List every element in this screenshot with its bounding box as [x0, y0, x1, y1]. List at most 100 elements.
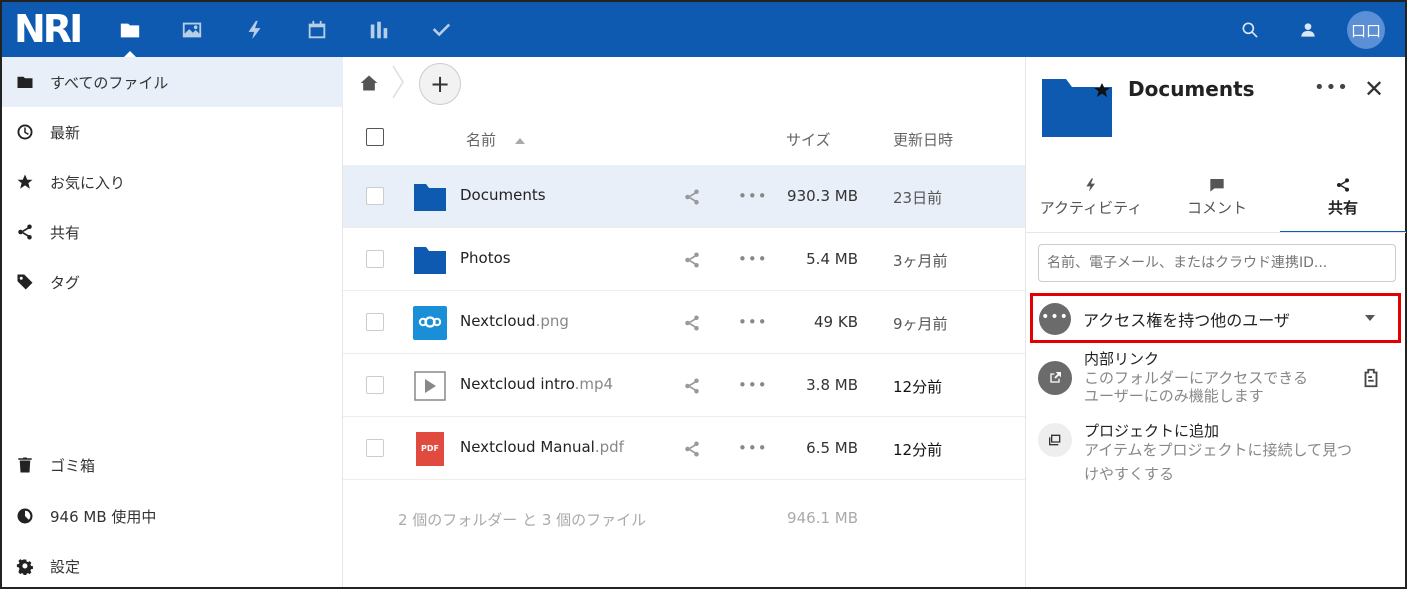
sidebar-item-favorites[interactable]: お気に入り: [2, 157, 343, 207]
share-icon[interactable]: [683, 314, 701, 332]
sidebar-item-label: 共有: [50, 223, 81, 242]
file-row-documents[interactable]: Documents ••• 930.3 MB 23日前: [343, 165, 1025, 228]
column-name-label: 名前: [466, 131, 497, 149]
internal-link-desc: ユーザーにのみ機能します: [1084, 387, 1264, 405]
app-tasks[interactable]: [412, 2, 470, 57]
row-checkbox[interactable]: [366, 313, 384, 331]
file-row-nextcloud-png[interactable]: Nextcloud.png ••• 49 KB 9ヶ月前: [343, 291, 1025, 354]
file-size: 6.5 MB: [806, 439, 858, 457]
sidebar-item-shared[interactable]: 共有: [2, 207, 343, 257]
sidebar-item-recent[interactable]: 最新: [2, 107, 343, 157]
details-panel: Documents ••• ✕ アクティビティ コメント 共有 ••• アクセス…: [1025, 57, 1406, 587]
share-icon[interactable]: [683, 188, 701, 206]
project-icon: [1038, 423, 1072, 457]
file-name[interactable]: Nextcloud intro.mp4: [460, 375, 613, 393]
nextcloud-image-icon: [413, 306, 447, 340]
tag-icon: [17, 274, 33, 290]
share-icon[interactable]: [683, 251, 701, 269]
file-name[interactable]: Nextcloud Manual.pdf: [460, 438, 624, 456]
app-dashboard[interactable]: [350, 2, 408, 57]
gear-icon: [16, 559, 33, 575]
file-modified: 9ヶ月前: [893, 315, 948, 333]
summary-text: 2 個のフォルダー と 3 個のファイル: [398, 511, 647, 529]
sidebar-item-all-files[interactable]: すべてのファイル: [2, 57, 343, 107]
sidebar-item-quota[interactable]: 946 MB 使用中: [2, 491, 343, 541]
chevron-down-icon: [1365, 315, 1375, 321]
sidebar-item-trash[interactable]: ゴミ箱: [2, 440, 343, 490]
contacts-button[interactable]: [1286, 2, 1330, 57]
share-icon[interactable]: [683, 377, 701, 395]
lightning-icon: [1086, 178, 1095, 192]
file-modified: 3ヶ月前: [893, 252, 948, 270]
file-modified: 12分前: [893, 441, 943, 459]
sidebar-item-label: 設定: [50, 557, 81, 576]
others-with-access-dropdown[interactable]: ••• アクセス権を持つ他のユーザ: [1030, 293, 1401, 343]
tabs-divider: [1026, 232, 1406, 233]
share-icon: [1337, 178, 1349, 192]
details-title: Documents: [1128, 77, 1255, 101]
close-button[interactable]: ✕: [1364, 75, 1384, 103]
app-files[interactable]: [101, 2, 159, 57]
file-name[interactable]: Documents: [460, 186, 546, 204]
sidebar-item-label: すべてのファイル: [50, 73, 169, 92]
file-size: 49 KB: [814, 313, 858, 331]
home-icon[interactable]: [359, 73, 379, 93]
folder-icon: [120, 23, 140, 37]
file-row-nextcloud-intro[interactable]: Nextcloud intro.mp4 ••• 3.8 MB 12分前: [343, 354, 1025, 417]
tab-activity[interactable]: アクティビティ: [1028, 177, 1154, 233]
column-name-header[interactable]: 名前: [466, 129, 525, 150]
sidebar-item-settings[interactable]: 設定: [2, 541, 343, 589]
project-title[interactable]: プロジェクトに追加: [1084, 420, 1219, 441]
tab-comments[interactable]: コメント: [1154, 177, 1280, 233]
logo[interactable]: NRI: [14, 10, 88, 48]
tab-label: アクティビティ: [1039, 199, 1143, 217]
video-icon: [414, 371, 446, 401]
search-button[interactable]: [1228, 2, 1272, 57]
sort-asc-icon: [514, 137, 525, 144]
folder-icon: [17, 76, 33, 88]
sidebar-item-label: 946 MB 使用中: [50, 507, 157, 526]
sidebar-item-tags[interactable]: タグ: [2, 257, 343, 307]
share-search-input[interactable]: [1038, 244, 1396, 282]
row-checkbox[interactable]: [366, 250, 384, 268]
trash-icon: [18, 457, 32, 473]
sidebar-item-label: お気に入り: [50, 173, 126, 192]
sidebar-item-label: ゴミ箱: [50, 456, 96, 475]
clock-icon: [17, 124, 33, 140]
file-row-nextcloud-manual[interactable]: PDF Nextcloud Manual.pdf ••• 6.5 MB 12分前: [343, 417, 1025, 480]
image-icon: [182, 22, 202, 37]
pdf-icon: PDF: [416, 432, 444, 466]
share-icon[interactable]: [683, 440, 701, 458]
more-dots-icon: •••: [1039, 303, 1071, 335]
file-name[interactable]: Nextcloud.png: [460, 312, 569, 330]
clipboard-icon[interactable]: [1360, 367, 1382, 389]
details-more-button[interactable]: •••: [1314, 77, 1349, 98]
summary-size: 946.1 MB: [787, 509, 858, 527]
search-icon: [1242, 22, 1258, 38]
column-modified-header[interactable]: 更新日時: [893, 129, 953, 150]
row-checkbox[interactable]: [366, 187, 384, 205]
file-size: 3.8 MB: [806, 376, 858, 394]
folder-icon: [414, 184, 446, 211]
app-photos[interactable]: [163, 2, 221, 57]
row-checkbox[interactable]: [366, 376, 384, 394]
pie-icon: [17, 508, 33, 524]
sidebar-item-label: 最新: [50, 123, 81, 142]
external-link-icon: [1038, 361, 1072, 395]
lightning-icon: [248, 20, 261, 39]
top-bar: NRI 口口: [2, 2, 1405, 57]
app-activity[interactable]: [226, 2, 284, 57]
avatar[interactable]: 口口: [1347, 11, 1385, 49]
folder-icon: [414, 247, 446, 274]
tab-sharing[interactable]: 共有: [1280, 177, 1406, 233]
column-size-header[interactable]: サイズ: [786, 129, 831, 150]
add-button[interactable]: +: [419, 63, 461, 105]
file-name[interactable]: Photos: [460, 249, 511, 267]
select-all-checkbox[interactable]: [366, 128, 384, 146]
row-checkbox[interactable]: [366, 439, 384, 457]
app-calendar[interactable]: [288, 2, 346, 57]
project-desc: アイテムをプロジェクトに接続して見つ: [1084, 441, 1353, 459]
calendar-icon: [308, 20, 326, 38]
file-row-photos[interactable]: Photos ••• 5.4 MB 3ヶ月前: [343, 228, 1025, 291]
breadcrumb-separator: [392, 65, 404, 99]
